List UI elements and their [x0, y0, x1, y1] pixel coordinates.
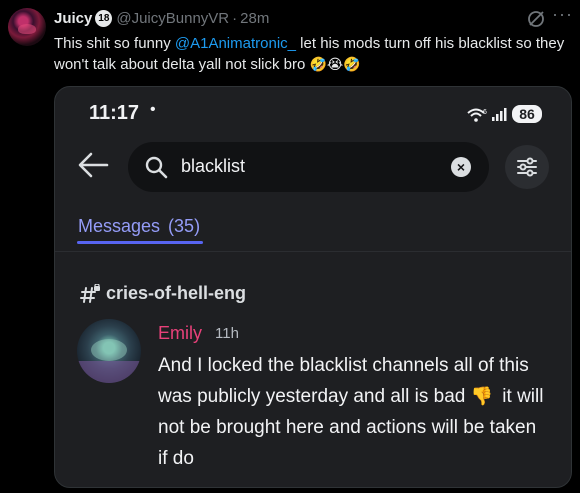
- phone-status-bar: 11:17 • 6 86: [55, 87, 571, 137]
- battery-level: 86: [512, 105, 542, 123]
- sliders-icon: [517, 157, 537, 177]
- tab-label: Messages: [78, 216, 161, 236]
- locked-channel-hash-icon: [80, 283, 100, 303]
- message-content: And I locked the blacklist channels all …: [158, 350, 548, 474]
- clear-search-icon[interactable]: ×: [451, 157, 471, 177]
- user-avatar[interactable]: [8, 8, 46, 46]
- tweet-text-start: This shit so funny: [54, 35, 175, 52]
- channel-name: cries-of-hell-eng: [106, 283, 247, 303]
- tab-active-indicator: [77, 241, 203, 244]
- tweet-author-row: Juicy 18 @JuicyBunnyVR · 28m: [54, 8, 269, 28]
- status-clock: 11:17: [89, 102, 140, 124]
- more-options-icon[interactable]: ···: [552, 4, 573, 25]
- message-avatar[interactable]: [77, 319, 141, 383]
- tab-messages[interactable]: Messages (35): [78, 216, 200, 237]
- mention-link[interactable]: @A1Animatronic_: [175, 35, 296, 52]
- message-timestamp: 11h: [215, 325, 239, 342]
- message-author[interactable]: Emily: [158, 323, 202, 344]
- user-handle[interactable]: @JuicyBunnyVR: [116, 10, 229, 27]
- tweet-time[interactable]: 28m: [240, 10, 269, 27]
- separator-dot: ·: [232, 9, 238, 27]
- search-bar[interactable]: blacklist ×: [128, 142, 489, 192]
- tweet-emojis: 🤣😭🤣: [309, 56, 361, 72]
- display-name[interactable]: Juicy: [54, 10, 92, 27]
- attached-screenshot[interactable]: 11:17 • 6 86 blacklist × Messages (35) c…: [54, 86, 572, 488]
- status-dot: •: [150, 101, 156, 118]
- wifi-icon: 6: [467, 108, 487, 122]
- age-badge: 18: [95, 9, 113, 27]
- channel-header[interactable]: cries-of-hell-eng: [80, 283, 246, 304]
- thumbs-down-emoji: 👎: [470, 386, 494, 406]
- signal-icon: [492, 108, 507, 121]
- tweet-text: This shit so funny @A1Animatronic_ let h…: [54, 34, 574, 75]
- tweet-header: Juicy 18 @JuicyBunnyVR · 28m ··· This sh…: [0, 0, 580, 80]
- filter-button[interactable]: [505, 145, 549, 189]
- search-icon: [145, 156, 168, 179]
- wifi-badge: 6: [483, 109, 487, 116]
- back-arrow-icon[interactable]: [77, 151, 109, 179]
- grok-icon[interactable]: [527, 10, 545, 28]
- tab-count: (35): [168, 216, 201, 236]
- tab-divider: [55, 251, 571, 252]
- search-input[interactable]: blacklist: [181, 156, 245, 177]
